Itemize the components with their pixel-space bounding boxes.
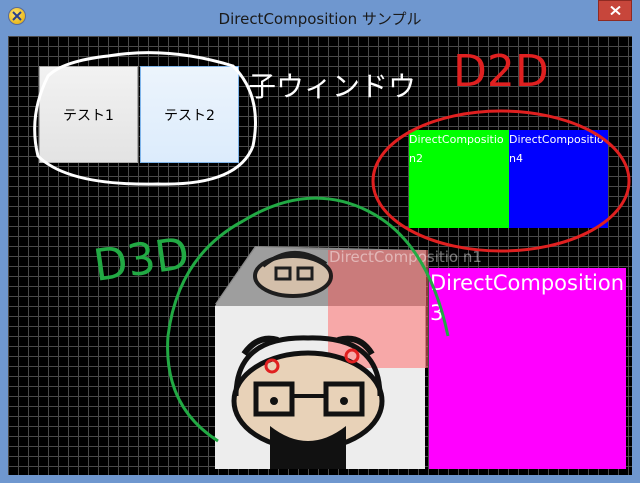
d2d-circle	[371, 109, 631, 253]
title-bar[interactable]: DirectComposition サンプル	[0, 0, 640, 34]
child-window-circle	[33, 51, 257, 186]
window-title: DirectComposition サンプル	[218, 10, 422, 28]
child-window-label: 子ウィンドウ	[248, 70, 416, 103]
d3d-label: D3D	[90, 228, 192, 292]
client-area: DirectCompositio n1 テスト1 テスト2 DirectComp…	[8, 36, 632, 475]
d3d-arc	[166, 196, 450, 443]
close-button[interactable]	[598, 0, 632, 21]
annotation-layer: 子ウィンドウ D2D D3D	[33, 46, 631, 443]
close-icon	[610, 6, 621, 15]
d2d-label: D2D	[453, 46, 549, 97]
app-window: DirectComposition サンプル DirectCompositio …	[0, 0, 640, 483]
